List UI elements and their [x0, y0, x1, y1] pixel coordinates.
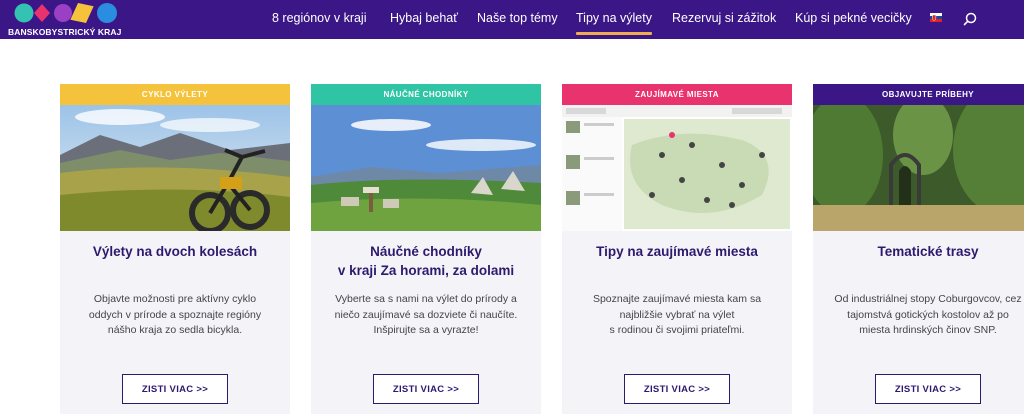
nav-item-regions[interactable]: 8 regiónov v kraji [272, 11, 367, 25]
learn-more-button[interactable]: ZISTI VIAC >> [624, 374, 730, 404]
mountain-bike-meadow-photo[interactable] [60, 105, 290, 231]
card-description: Objavte možnosti pre aktívny cyklo oddyc… [88, 293, 262, 336]
card-description: Vyberte sa s nami na výlet do prírody a … [334, 293, 518, 336]
card-themed-routes: OBJAVUJTE PRÍBEHY Tematické trasy Od ind… [813, 84, 1024, 414]
interesting-places-map-screenshot[interactable] [562, 105, 792, 231]
main-nav: 8 regiónov v kraji Hybaj behať Naše top … [0, 0, 1024, 39]
educational-trail-landscape-photo[interactable] [311, 105, 541, 231]
card-description: Od industriálnej stopy Coburgovcov, cez … [834, 293, 1022, 336]
top-navigation-bar: BANSKOBYSTRICKÝ KRAJ 8 regiónov v kraji … [0, 0, 1024, 39]
card-educational-trails: NÁUČNÉ CHODNÍKY Náučné chodníky v kraji … [311, 84, 541, 414]
nav-item-run[interactable]: Hybaj behať [390, 11, 458, 25]
nav-item-top-topics[interactable]: Naše top témy [477, 11, 558, 25]
forest-gothic-gate-photo[interactable] [813, 105, 1024, 231]
card-description: Spoznajte zaujímavé miesta kam sa najbli… [592, 293, 762, 336]
nav-item-trip-tips[interactable]: Tipy na výlety [576, 11, 652, 35]
learn-more-button[interactable]: ZISTI VIAC >> [373, 374, 479, 404]
nav-item-shop[interactable]: Kúp si pekné vecičky [795, 11, 912, 25]
card-category-label: ZAUJÍMAVÉ MIESTA [562, 84, 792, 105]
nav-item-reserve[interactable]: Rezervuj si zážitok [672, 11, 776, 25]
slovak-flag-icon[interactable] [930, 13, 942, 22]
card-cycle-trips: CYKLO VÝLETY Výlety na dvoch kolesách Ob… [60, 84, 290, 414]
learn-more-button[interactable]: ZISTI VIAC >> [122, 374, 228, 404]
search-icon[interactable] [962, 11, 978, 27]
card-title: Výlety na dvoch kolesách [92, 244, 258, 259]
card-category-label: CYKLO VÝLETY [60, 84, 290, 105]
card-title: Tipy na zaujímavé miesta [596, 244, 758, 259]
card-category-label: OBJAVUJTE PRÍBEHY [813, 84, 1024, 105]
card-category-label: NÁUČNÉ CHODNÍKY [311, 84, 541, 105]
learn-more-button[interactable]: ZISTI VIAC >> [875, 374, 981, 404]
card-title: Náučné chodníky v kraji Za horami, za do… [337, 244, 515, 278]
card-title: Tematické trasy [877, 244, 979, 259]
card-interesting-places: ZAUJÍMAVÉ MIESTA Tipy na zaujímavé miest… [562, 84, 792, 414]
